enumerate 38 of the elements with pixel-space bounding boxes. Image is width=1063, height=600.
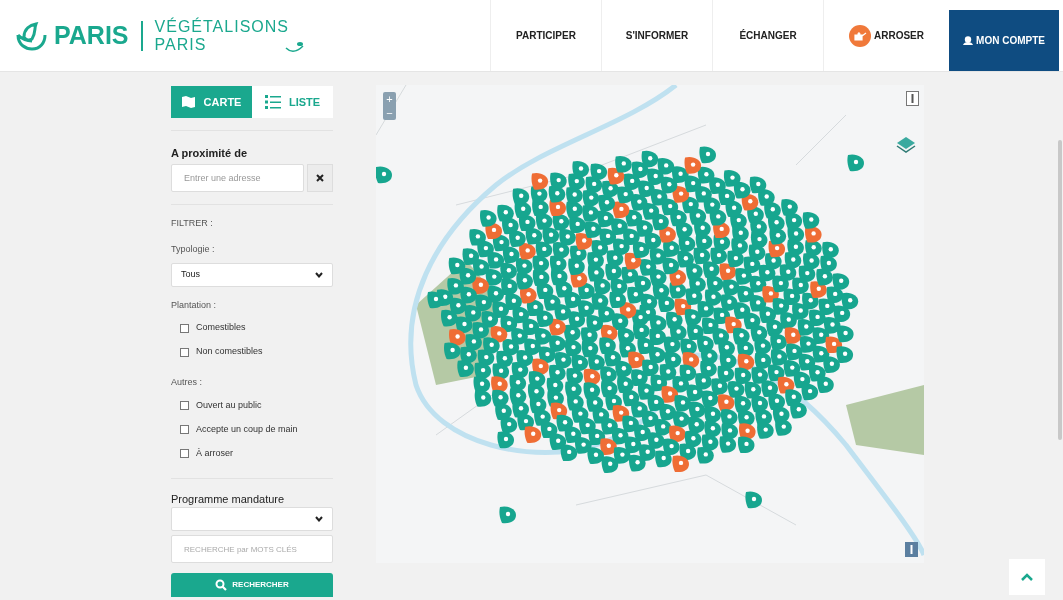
nav-link[interactable]: ÉCHANGER xyxy=(712,0,823,71)
chevron-up-icon xyxy=(1021,573,1033,581)
scroll-to-top-button[interactable] xyxy=(1009,559,1045,595)
close-icon xyxy=(316,173,324,182)
user-icon xyxy=(963,36,974,45)
chevron-down-icon xyxy=(315,516,323,522)
group-label: Plantation : xyxy=(171,298,218,312)
leaf-icon xyxy=(284,39,305,54)
brand-text: PARIS xyxy=(154,35,208,54)
checkbox-option[interactable]: Accepte un coup de main xyxy=(171,417,333,442)
clear-button[interactable] xyxy=(307,163,333,192)
list-icon xyxy=(264,95,281,109)
checkbox-option[interactable]: Ouvert au public xyxy=(171,393,333,418)
section-heading: FILTRER : xyxy=(171,216,214,230)
search-icon xyxy=(215,579,228,591)
scrollbar[interactable] xyxy=(1058,140,1062,440)
checkbox-option[interactable]: À arroser xyxy=(171,441,333,466)
group-label: Autres : xyxy=(171,376,203,389)
nav-link[interactable]: PARTICIPER xyxy=(490,0,601,71)
address-field[interactable]: Entrer une adresse xyxy=(171,163,304,192)
chevron-down-icon xyxy=(315,271,323,278)
field-label: Typologie : xyxy=(171,243,216,256)
brand-text: VÉGÉTALISONS xyxy=(154,17,289,36)
logo-text: PARIS xyxy=(54,19,129,51)
layers-icon[interactable] xyxy=(896,135,916,153)
city-logo-icon xyxy=(14,20,48,51)
typology-select[interactable]: Tous xyxy=(171,262,333,287)
checkbox-option[interactable]: Non comestibles xyxy=(171,340,333,364)
nav-link[interactable]: S'INFORMER xyxy=(601,0,712,71)
field-label: Programme mandature xyxy=(171,491,286,507)
watering-can-icon xyxy=(849,24,871,47)
map-icon xyxy=(181,95,196,109)
checkbox-option[interactable]: Comestibles xyxy=(171,316,333,340)
account-button[interactable]: MON COMPTE xyxy=(949,10,1059,71)
info-button[interactable] xyxy=(905,542,918,557)
field-label: A proximité de xyxy=(171,146,248,161)
keyword-field[interactable]: RECHERCHE par MOTS CLÉS xyxy=(171,535,333,563)
info-button[interactable] xyxy=(906,91,919,106)
